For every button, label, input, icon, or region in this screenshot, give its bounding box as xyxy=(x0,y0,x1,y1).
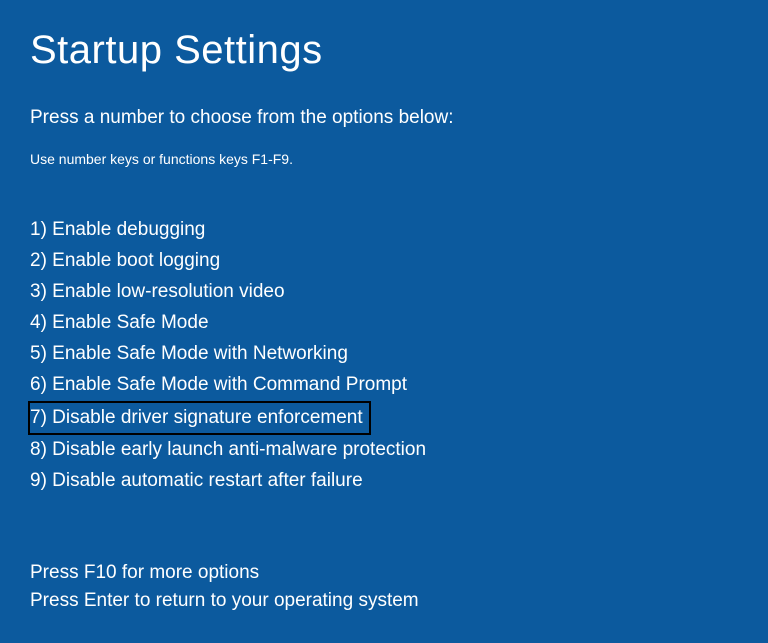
option-label: 6) Enable Safe Mode with Command Prompt xyxy=(30,370,407,400)
footer: Press F10 for more options Press Enter t… xyxy=(30,559,419,615)
keys-instruction: Use number keys or functions keys F1-F9. xyxy=(30,151,738,167)
footer-return: Press Enter to return to your operating … xyxy=(30,587,419,615)
option-label: 5) Enable Safe Mode with Networking xyxy=(30,339,348,369)
option-row-1[interactable]: 1) Enable debugging xyxy=(30,215,738,246)
option-label: 7) Disable driver signature enforcement xyxy=(28,401,371,435)
option-row-8[interactable]: 8) Disable early launch anti-malware pro… xyxy=(30,435,738,466)
subtitle: Press a number to choose from the option… xyxy=(30,107,738,129)
option-row-9[interactable]: 9) Disable automatic restart after failu… xyxy=(30,466,738,497)
option-label: 1) Enable debugging xyxy=(30,215,205,245)
option-label: 3) Enable low-resolution video xyxy=(30,277,285,307)
option-label: 8) Disable early launch anti-malware pro… xyxy=(30,435,426,465)
option-label: 2) Enable boot logging xyxy=(30,246,220,276)
option-row-5[interactable]: 5) Enable Safe Mode with Networking xyxy=(30,339,738,370)
footer-more-options: Press F10 for more options xyxy=(30,559,419,587)
option-row-6[interactable]: 6) Enable Safe Mode with Command Prompt xyxy=(30,370,738,401)
option-label: 4) Enable Safe Mode xyxy=(30,308,209,338)
page-title: Startup Settings xyxy=(30,28,738,73)
option-label: 9) Disable automatic restart after failu… xyxy=(30,466,363,496)
option-row-7[interactable]: 7) Disable driver signature enforcement xyxy=(30,401,738,435)
option-row-4[interactable]: 4) Enable Safe Mode xyxy=(30,308,738,339)
options-list: 1) Enable debugging2) Enable boot loggin… xyxy=(30,215,738,497)
option-row-3[interactable]: 3) Enable low-resolution video xyxy=(30,277,738,308)
option-row-2[interactable]: 2) Enable boot logging xyxy=(30,246,738,277)
